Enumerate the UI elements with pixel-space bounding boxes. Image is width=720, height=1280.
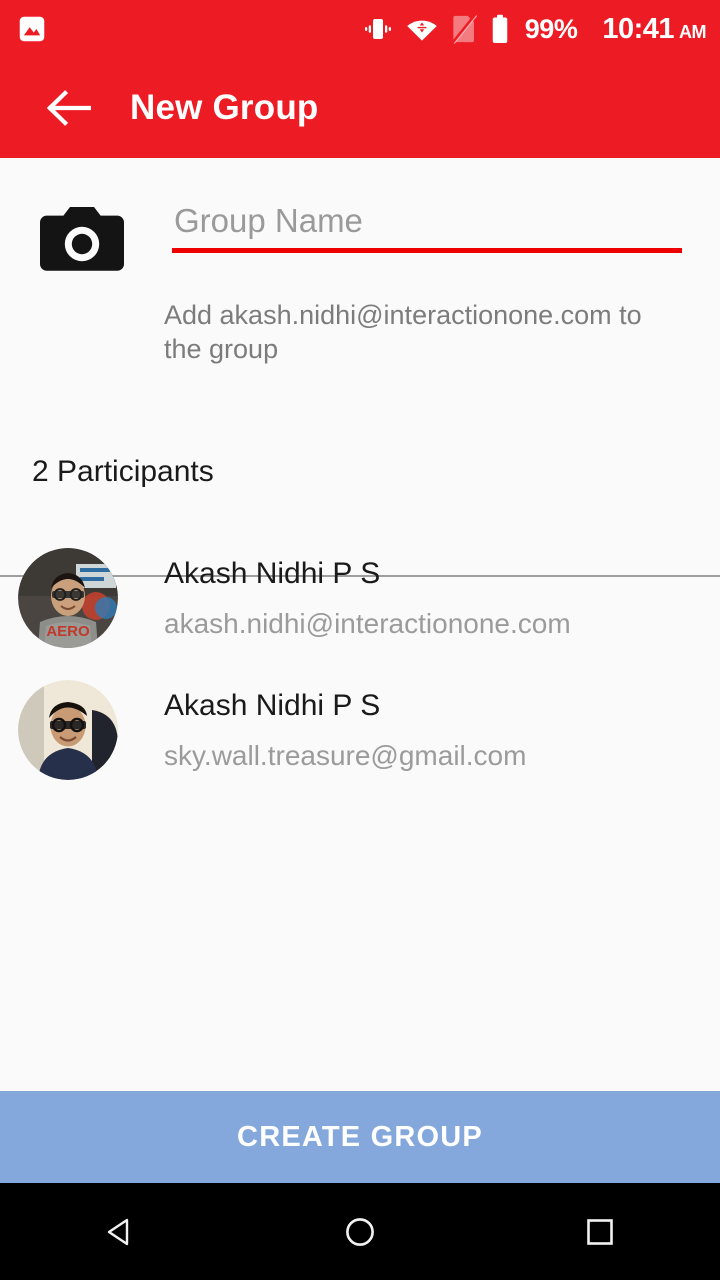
- status-bar: 99% 10:41 AM: [0, 0, 720, 58]
- participant-info: Akash Nidhi P S sky.wall.treasure@gmail.…: [164, 687, 526, 772]
- avatar-photo-1: AERO: [18, 548, 118, 648]
- photo-icon: [18, 15, 46, 43]
- group-name-underline: [172, 248, 682, 253]
- clock-time: 10:41: [602, 12, 674, 45]
- status-bar-left: [18, 15, 46, 43]
- sim-disabled-icon: [451, 14, 477, 44]
- table-row[interactable]: AERO Akash Nidhi P S akash.nidhi@interac…: [0, 532, 720, 664]
- phone-screen: 99% 10:41 AM New Group Group Name Add ak…: [0, 0, 720, 1280]
- participant-email: akash.nidhi@interactionone.com: [164, 607, 571, 639]
- group-photo-button[interactable]: [38, 204, 126, 274]
- participant-list: AERO Akash Nidhi P S akash.nidhi@interac…: [0, 532, 720, 796]
- clock-meridiem: AM: [679, 21, 707, 42]
- participant-name: Akash Nidhi P S: [164, 689, 381, 723]
- nav-back-button[interactable]: [0, 1183, 240, 1280]
- status-bar-clock: 10:41 AM: [602, 13, 706, 46]
- battery-icon: [490, 14, 510, 44]
- camera-icon: [38, 204, 126, 274]
- page-title: New Group: [130, 88, 319, 127]
- participants-count-label: 2 Participants: [32, 455, 214, 488]
- participant-info: Akash Nidhi P S akash.nidhi@interactiono…: [164, 555, 571, 640]
- nav-back-triangle-icon: [102, 1214, 138, 1250]
- android-nav-bar: [0, 1183, 720, 1280]
- avatar-photo-2: [18, 680, 118, 780]
- nav-recents-square-icon: [582, 1214, 618, 1250]
- app-bar: New Group: [0, 58, 720, 158]
- back-arrow-icon: [45, 88, 91, 128]
- wifi-icon: [406, 14, 438, 44]
- vibrate-icon: [363, 14, 393, 44]
- back-button[interactable]: [32, 72, 104, 144]
- add-member-helper-text: Add akash.nidhi@interactionone.com to th…: [164, 300, 642, 365]
- group-name-field-wrapper: [172, 202, 682, 253]
- participant-name: Akash Nidhi P S: [164, 557, 381, 591]
- group-header-section: Add akash.nidhi@interactionone.com to th…: [0, 158, 720, 577]
- table-row[interactable]: Akash Nidhi P S sky.wall.treasure@gmail.…: [0, 664, 720, 796]
- create-group-button-label: CREATE GROUP: [237, 1120, 483, 1153]
- create-group-button[interactable]: CREATE GROUP: [0, 1091, 720, 1183]
- svg-text:AERO: AERO: [46, 623, 90, 640]
- nav-home-button[interactable]: [240, 1183, 480, 1280]
- battery-percent-label: 99%: [524, 13, 578, 44]
- nav-recents-button[interactable]: [480, 1183, 720, 1280]
- participant-email: sky.wall.treasure@gmail.com: [164, 739, 527, 771]
- group-name-input[interactable]: [172, 202, 682, 248]
- status-bar-right: 99% 10:41 AM: [363, 13, 707, 46]
- avatar: AERO: [18, 548, 118, 648]
- avatar: [18, 680, 118, 780]
- nav-home-circle-icon: [342, 1214, 378, 1250]
